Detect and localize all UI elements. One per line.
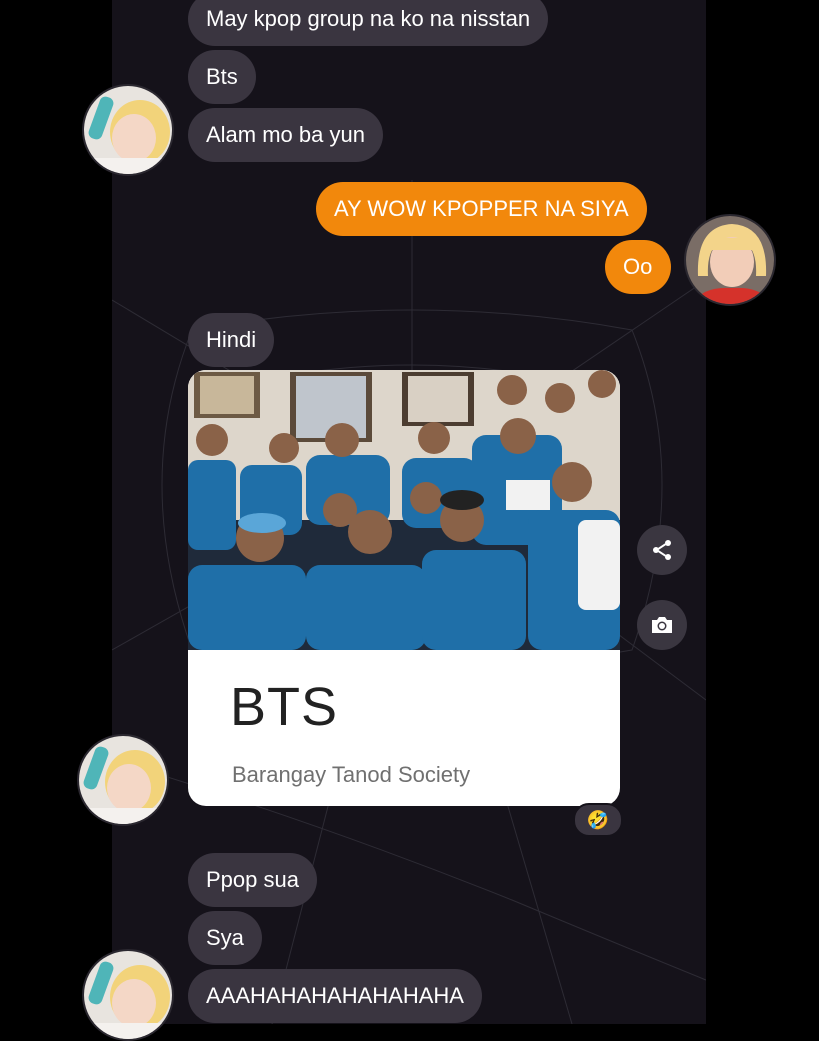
- message-text: Ppop sua: [206, 867, 299, 892]
- avatar-image: [84, 86, 172, 174]
- reaction-badge[interactable]: 🤣: [573, 803, 623, 837]
- message-text: AY WOW KPOPPER NA SIYA: [334, 196, 629, 221]
- message-text: Bts: [206, 64, 238, 89]
- message-text: Hindi: [206, 327, 257, 352]
- card-subtitle: Barangay Tanod Society: [232, 762, 471, 787]
- message-bubble[interactable]: Sya: [188, 911, 262, 965]
- avatar[interactable]: [82, 949, 174, 1041]
- message-text: May kpop group na ko na nisstan: [206, 6, 531, 31]
- message-bubble[interactable]: May kpop group na ko na nisstan: [188, 0, 549, 46]
- message-bubble-outgoing[interactable]: AY WOW KPOPPER NA SIYA: [316, 182, 647, 236]
- avatar[interactable]: [77, 734, 169, 826]
- avatar-image: [686, 216, 774, 304]
- message-bubble[interactable]: Hindi: [188, 313, 275, 367]
- group-photo: [188, 370, 620, 650]
- laughing-emoji-icon: 🤣: [586, 809, 610, 830]
- message-bubble[interactable]: Alam mo ba yun: [188, 108, 383, 162]
- camera-button[interactable]: [637, 600, 687, 650]
- message-text: AAAHAHAHAHAHAHAHA: [206, 983, 464, 1008]
- share-button[interactable]: [637, 525, 687, 575]
- message-bubble[interactable]: Bts: [188, 50, 256, 104]
- message-text: Oo: [623, 254, 653, 279]
- share-icon: [653, 540, 671, 560]
- card-title: BTS: [230, 677, 339, 737]
- message-text: Sya: [206, 925, 244, 950]
- shared-image-card[interactable]: BTS Barangay Tanod Society: [188, 370, 620, 806]
- message-bubble[interactable]: Ppop sua: [188, 853, 317, 907]
- avatar-image: [84, 951, 172, 1039]
- message-bubble[interactable]: AAAHAHAHAHAHAHAHA: [188, 969, 482, 1023]
- avatar-image: [79, 736, 167, 824]
- camera-icon: [652, 617, 672, 633]
- avatar-self[interactable]: [684, 214, 776, 306]
- avatar[interactable]: [82, 84, 174, 176]
- message-text: Alam mo ba yun: [206, 122, 365, 147]
- message-bubble-outgoing[interactable]: Oo: [605, 240, 671, 294]
